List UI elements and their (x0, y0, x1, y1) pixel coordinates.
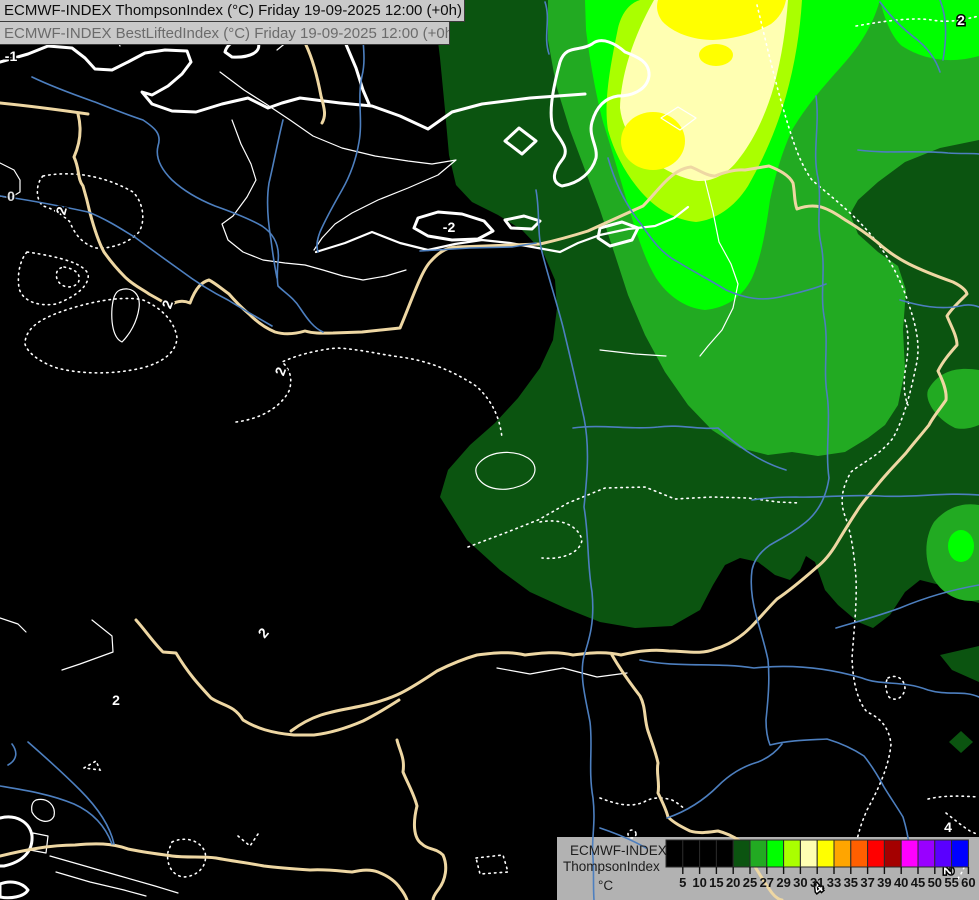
colorbar-tick-label: 39 (877, 875, 891, 890)
colorbar-tick-label: 35 (844, 875, 858, 890)
region-yellow-blob (621, 112, 685, 170)
contour-label: 2 (957, 12, 965, 28)
colorbar-tick-label: 10 (692, 875, 706, 890)
title-thompson-index: ECMWF-INDEX ThompsonIndex (°C) Friday 19… (0, 0, 465, 22)
colorbar-tick-label: 5 (679, 875, 686, 890)
colorbar-tick-label: 50 (928, 875, 942, 890)
contour-label: 2 (112, 692, 120, 708)
colorbar-cell (934, 839, 953, 868)
colorbar-cell (715, 839, 734, 868)
contour-label: 4 (944, 819, 952, 835)
colorbar-tick-label: 30 (793, 875, 807, 890)
colorbar-cell (783, 839, 801, 868)
colorbar-cell (682, 839, 701, 868)
title-bestlifted-index-text: ECMWF-INDEX BestLiftedIndex (°C) Friday … (4, 25, 450, 42)
colorbar-cell (816, 839, 835, 868)
colorbar-tick-label: 27 (760, 875, 774, 890)
contour-label: 2 (941, 867, 957, 875)
title-bestlifted-index: ECMWF-INDEX BestLiftedIndex (°C) Friday … (0, 22, 450, 45)
contour-label: -1 (5, 48, 18, 64)
colorbar-tick-label: 15 (709, 875, 723, 890)
colorbar-cell (732, 839, 751, 868)
colorbar-cell (900, 839, 919, 868)
colorbar-cell (766, 839, 785, 868)
colorbar-tick-label: 60 (961, 875, 975, 890)
region-yellow-small (699, 44, 733, 66)
colorbar-tick-label: 20 (726, 875, 740, 890)
colorbar-tick-label: 25 (743, 875, 757, 890)
colorbar-tick-label: 45 (911, 875, 925, 890)
colorbar-cell (883, 839, 902, 868)
colorbar-tick-label: 55 (944, 875, 958, 890)
weather-map: -10222-2222442 5 10 15 20 25 27 29 30 31 33 35 37 39… (0, 0, 979, 900)
colorbar-cell (799, 839, 818, 868)
colorbar-cell (699, 839, 717, 868)
contour-label: -2 (443, 219, 456, 235)
colorbar-cell (867, 839, 885, 868)
legend-product-label: ECMWF-INDEX (570, 843, 667, 858)
colorbar-tick-label: 29 (776, 875, 790, 890)
colorbar-cell (749, 839, 768, 868)
title-thompson-index-text: ECMWF-INDEX ThompsonIndex (°C) Friday 19… (4, 2, 462, 19)
colorbar-cell (850, 839, 869, 868)
colorbar-cell (833, 839, 852, 868)
legend-colorbar: 5 10 15 20 25 27 29 30 31 33 35 37 39 40 45 50 55 60 (665, 839, 976, 890)
legend-unit-label: °C (598, 878, 613, 893)
contour-label: 0 (7, 188, 15, 204)
colorbar-cell (665, 839, 684, 868)
colorbar-cell (917, 839, 936, 868)
colorbar-tick-label: 40 (894, 875, 908, 890)
colorbar-tick-label: 37 (860, 875, 874, 890)
colorbar-tick-label: 31 (810, 875, 824, 890)
colorbar-cell (951, 839, 969, 868)
colorbar-tick-label: 33 (827, 875, 841, 890)
region-bright-green-spot (948, 530, 974, 562)
weather-map-page: ECMWF-INDEX ThompsonIndex (°C) Friday 19… (0, 0, 979, 900)
legend-parameter-label: ThompsonIndex (563, 859, 660, 874)
